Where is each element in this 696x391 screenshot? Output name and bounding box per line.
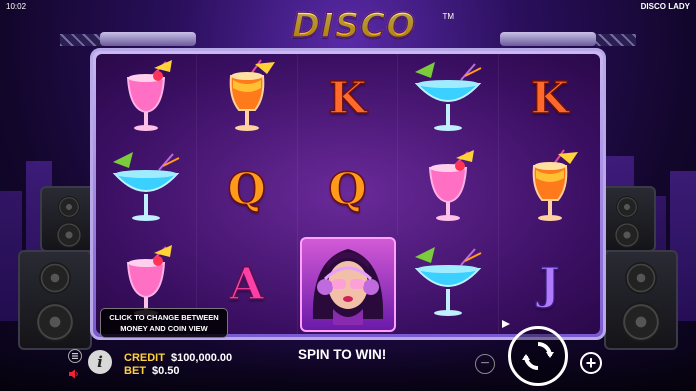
orange-cocktail-icon [518, 148, 582, 231]
blue-margarita-icon [409, 58, 487, 141]
blue-margarita-icon [107, 148, 185, 231]
reel-cell [96, 54, 197, 145]
reels-grid[interactable]: KKQQAJ [96, 54, 600, 334]
symbol-a: A [229, 258, 265, 310]
reel-cell: K [298, 54, 399, 145]
bet-decrease-button[interactable]: − [475, 354, 495, 374]
dj-deck-left [100, 32, 196, 46]
reel-cell [96, 144, 197, 235]
reel-cell [499, 145, 600, 236]
pink-cocktail-icon [416, 148, 480, 231]
credit-value: $100,000.00 [170, 352, 233, 364]
symbol-q: Q [227, 163, 267, 215]
disco-lady-icon [303, 239, 393, 330]
clock: 10:02 [6, 2, 27, 11]
logo-trademark: TM [442, 12, 454, 21]
tooltip-line-2: MONEY AND COIN VIEW [120, 324, 208, 333]
autoplay-icon[interactable] [500, 318, 512, 330]
reel-cell: Q [298, 144, 399, 235]
reel-cell [398, 235, 500, 334]
bet-increase-button[interactable]: + [580, 352, 602, 374]
game-name-label: DISCO LADY [640, 2, 690, 11]
reel-cell: J [499, 235, 600, 334]
game-logo: DISCO LADY TM [246, 5, 462, 87]
spin-button[interactable] [508, 326, 568, 386]
bet-label: BET [124, 365, 146, 377]
reel-cell [398, 54, 500, 145]
reel-cell [398, 144, 500, 235]
spin-icon [522, 342, 554, 370]
reel-cell: K [499, 54, 600, 145]
dj-deck-right [500, 32, 596, 46]
sound-icon[interactable] [68, 368, 80, 380]
symbol-j: J [538, 258, 560, 310]
reel-cell [197, 54, 298, 145]
reels-frame: KKQQAJ [90, 48, 606, 340]
speaker-left-bottom [18, 250, 92, 350]
bet-value: $0.50 [152, 365, 180, 377]
credit-display[interactable]: CREDIT $100,000.00 [124, 352, 232, 364]
menu-icon[interactable] [68, 349, 82, 363]
symbol-q: Q [328, 163, 368, 215]
blue-margarita-icon [409, 243, 487, 326]
symbol-k: K [530, 73, 570, 125]
speaker-right-bottom [604, 250, 678, 350]
money-coin-tooltip[interactable]: CLICK TO CHANGE BETWEEN MONEY AND COIN V… [100, 308, 228, 338]
reel-cell [299, 237, 397, 332]
bet-display[interactable]: BET $0.50 [124, 365, 180, 377]
reel-cell: Q [197, 144, 298, 235]
spin-to-win-message: SPIN TO WIN! [298, 347, 387, 362]
tooltip-line-1: CLICK TO CHANGE BETWEEN [109, 313, 219, 322]
info-button[interactable]: i [88, 350, 112, 374]
symbol-k: K [328, 73, 368, 125]
pink-cocktail-icon [114, 58, 178, 141]
credit-label: CREDIT [124, 352, 165, 364]
speaker-right-top [598, 186, 656, 252]
orange-cocktail-icon [215, 58, 279, 141]
